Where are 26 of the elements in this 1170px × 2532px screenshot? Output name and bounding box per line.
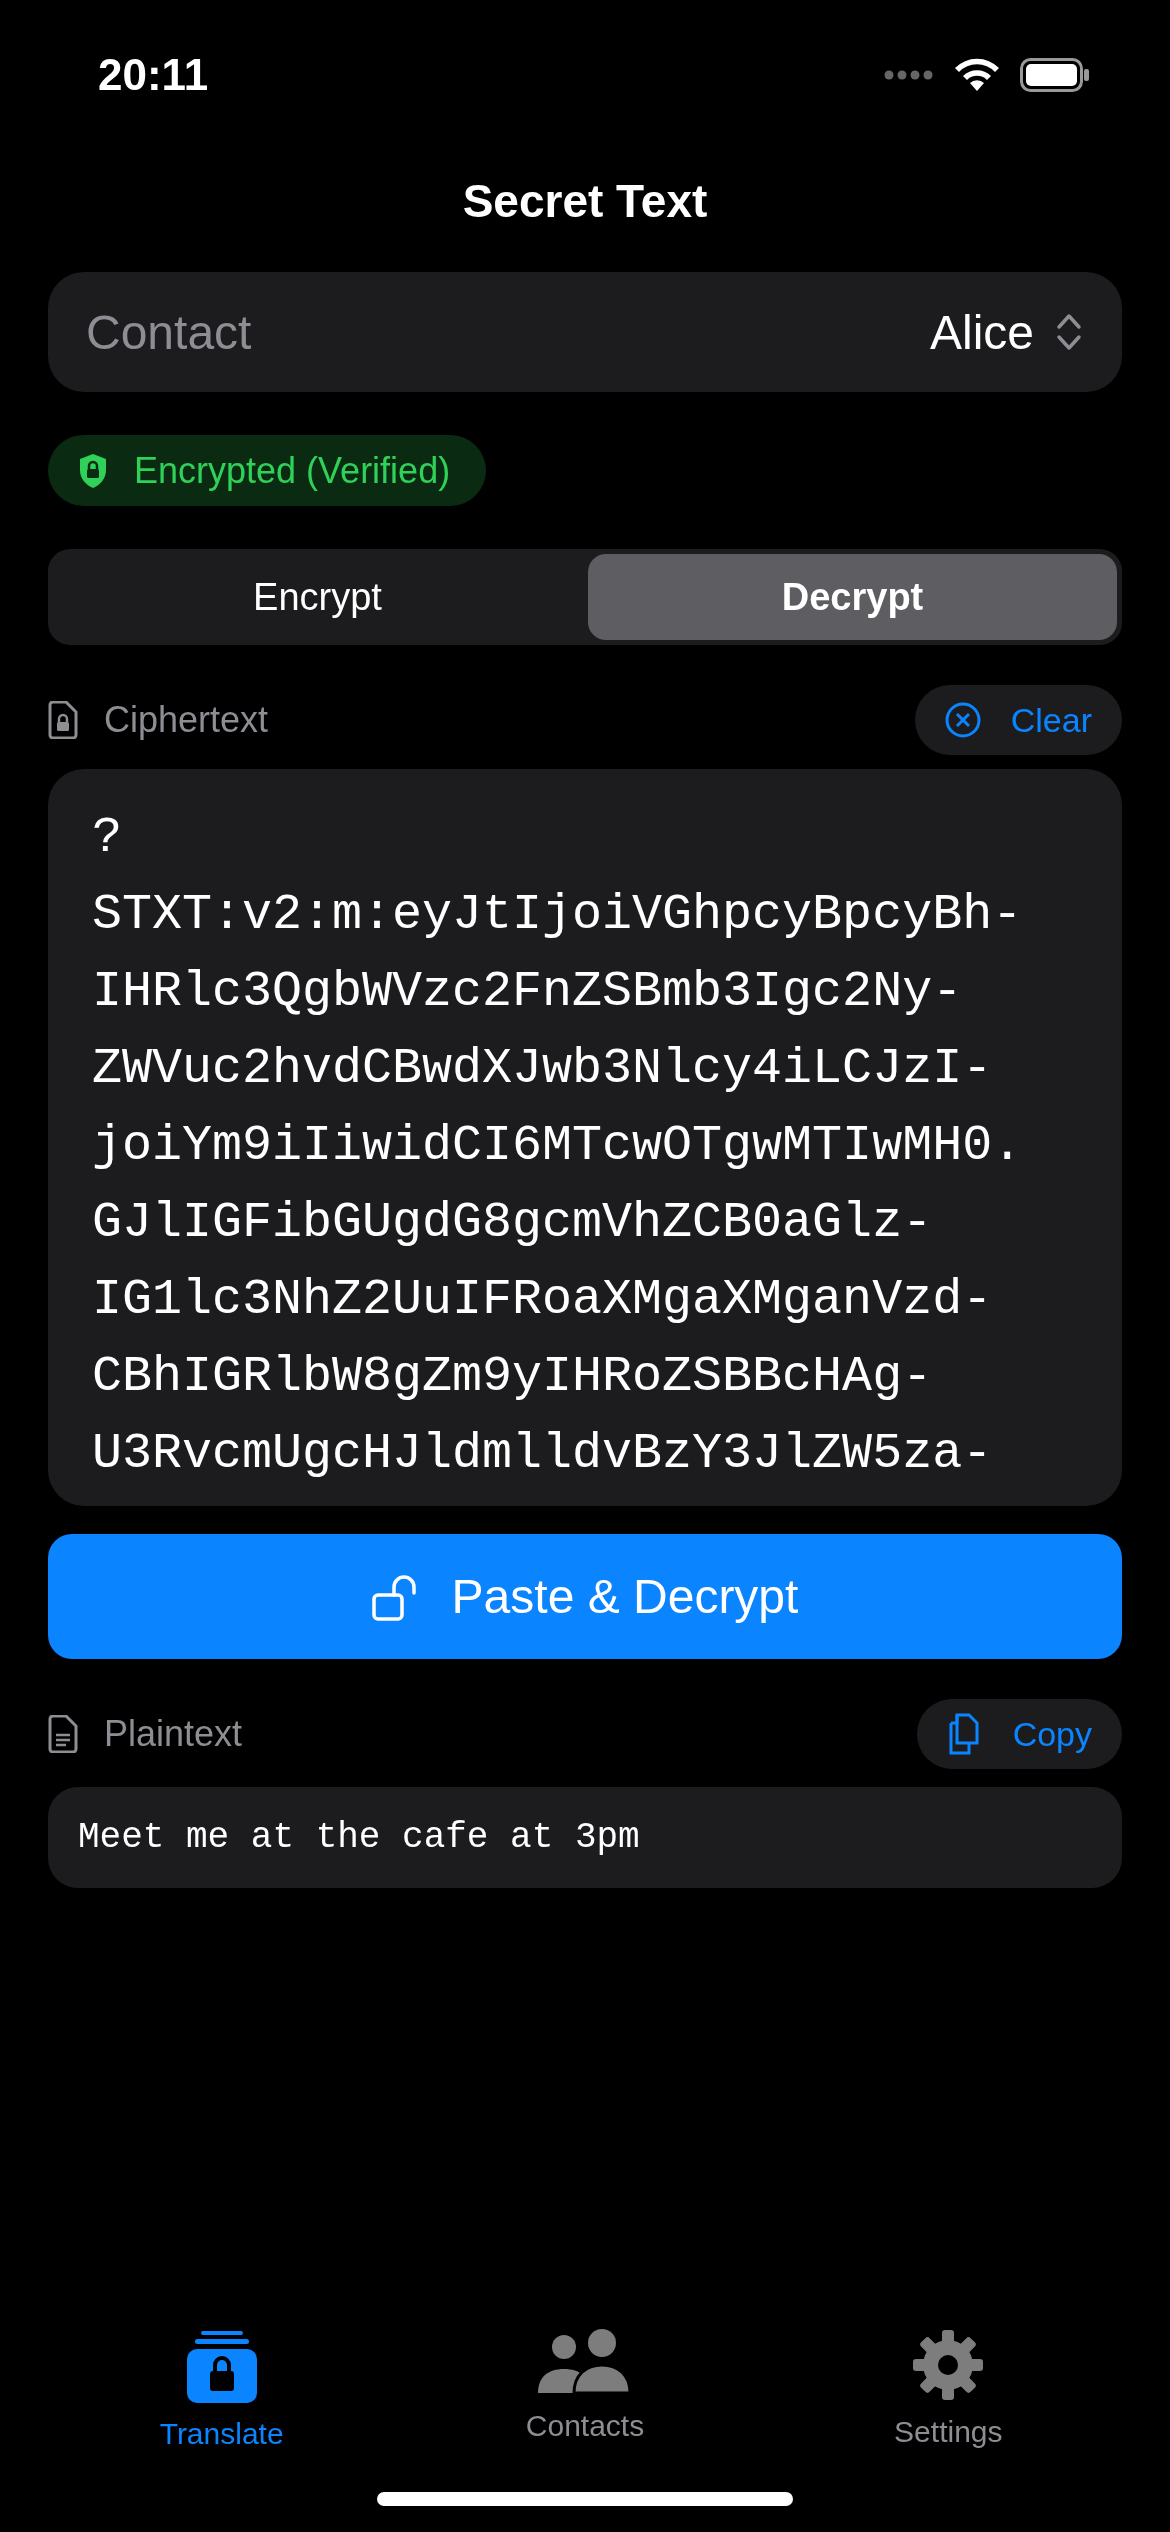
locked-document-icon bbox=[48, 701, 78, 739]
signal-dots-icon bbox=[884, 70, 934, 80]
shield-lock-icon bbox=[78, 452, 108, 489]
ciphertext-field[interactable]: ? STXT:v2:m:eyJtIjoiVGhpcyBpcyBh- IHRlc3QgbWVzc2FnZSBmb3Igc2Ny- ZWVuc2hvdCBwdXJwb3Nlcy4iLCJzI- joiYm9iIiwidCI6MTcwOTgwMTIwMH0. GJlIGFibGUgdG8gcmVhZCB0aGlz- IG1lc3NhZ2UuIFRoaXMgaXMganVzd- CBhIGRlbW8gZm9yIHRoZSBBcHAg- U3RvcmUgcHJldmlldvBzY3JlZW5za- bbox=[48, 769, 1122, 1506]
status-badge: Encrypted (Verified) bbox=[48, 435, 487, 506]
clear-button[interactable]: Clear bbox=[914, 685, 1122, 755]
settings-icon bbox=[912, 2329, 985, 2401]
copy-button[interactable]: Copy bbox=[916, 1699, 1122, 1769]
tab-bar-item[interactable]: Settings bbox=[818, 2328, 1079, 2452]
tab-bar-item[interactable]: Contacts bbox=[455, 2328, 715, 2452]
tab-bar-item[interactable]: Translate bbox=[91, 2328, 352, 2452]
section-label: Ciphertext bbox=[104, 699, 269, 741]
paste-decrypt-button[interactable]: Paste & Decrypt bbox=[48, 1534, 1122, 1659]
people-icon bbox=[538, 2329, 632, 2395]
mode-tab[interactable]: Decrypt bbox=[588, 554, 1117, 640]
section-label: Plaintext bbox=[104, 1713, 243, 1755]
mode-tab[interactable]: Encrypt bbox=[53, 554, 582, 640]
battery-icon bbox=[1020, 58, 1090, 92]
screen-title: Secret Text bbox=[461, 174, 709, 228]
lock-card-icon bbox=[184, 2329, 259, 2403]
document-icon bbox=[48, 1715, 78, 1753]
chevron-updown-icon bbox=[1056, 312, 1082, 352]
plaintext-output: Meet me at the cafe at 3pm bbox=[48, 1787, 1122, 1888]
contact-picker[interactable]: Contact Alice bbox=[48, 272, 1122, 392]
status-time: 20:11 bbox=[98, 50, 209, 100]
close-circle-icon bbox=[944, 702, 981, 738]
